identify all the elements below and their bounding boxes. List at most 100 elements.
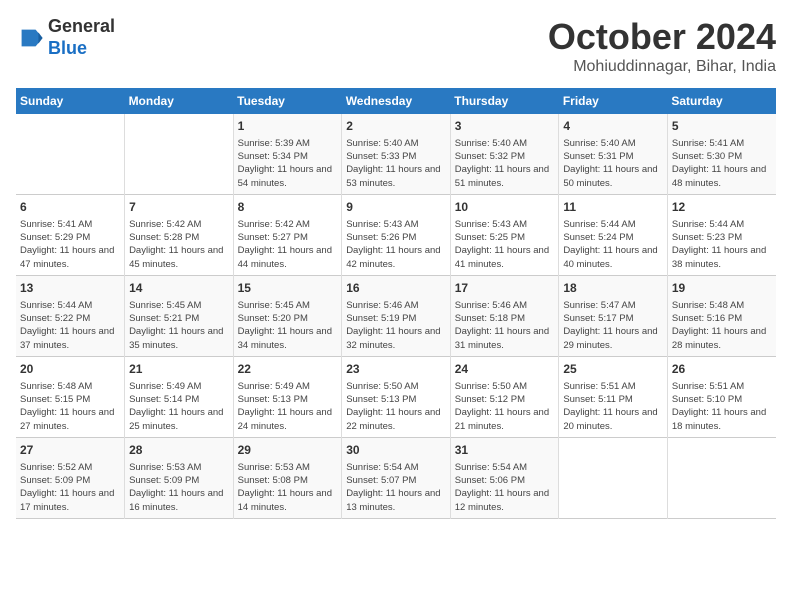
day-number: 11 <box>563 199 663 216</box>
calendar-cell: 15Sunrise: 5:45 AM Sunset: 5:20 PM Dayli… <box>233 275 342 356</box>
calendar-cell: 1 Sunrise: 5:39 AM Sunset: 5:34 PM Daylig… <box>233 114 342 194</box>
calendar-cell: 25 Sunrise: 5:51 AM Sunset: 5:11 PM Dayli… <box>559 356 668 437</box>
day-number: 23 <box>346 361 446 378</box>
day-content: Sunrise: 5:46 AM Sunset: 5:19 PM Dayligh… <box>346 299 446 352</box>
week-row-4: 20 Sunrise: 5:48 AM Sunset: 5:15 PM Dayli… <box>16 356 776 437</box>
day-number: 27 <box>20 442 120 459</box>
day-content: Sunrise: 5:52 AM Sunset: 5:09 PM Dayligh… <box>20 461 120 514</box>
day-content: Sunrise: 5:45 AM Sunset: 5:20 PM Dayligh… <box>238 299 338 352</box>
day-number: 21 <box>129 361 229 378</box>
calendar-cell: 9Sunrise: 5:43 AM Sunset: 5:26 PM Daylig… <box>342 194 451 275</box>
day-number: 19 <box>672 280 772 297</box>
day-number: 24 <box>455 361 555 378</box>
day-content: Sunrise: 5:49 AM Sunset: 5:14 PM Dayligh… <box>129 380 229 433</box>
calendar-cell: 10 Sunrise: 5:43 AM Sunset: 5:25 PM Dayli… <box>450 194 559 275</box>
logo-general-text: General <box>48 16 115 36</box>
calendar-cell: 21 Sunrise: 5:49 AM Sunset: 5:14 PM Dayli… <box>125 356 234 437</box>
title-block: October 2024 Mohiuddinnagar, Bihar, Indi… <box>548 16 776 76</box>
week-row-1: 1 Sunrise: 5:39 AM Sunset: 5:34 PM Daylig… <box>16 114 776 194</box>
calendar-cell: 28 Sunrise: 5:53 AM Sunset: 5:09 PM Dayli… <box>125 437 234 518</box>
day-content: Sunrise: 5:42 AM Sunset: 5:27 PM Dayligh… <box>238 218 338 271</box>
day-content: Sunrise: 5:53 AM Sunset: 5:08 PM Dayligh… <box>238 461 338 514</box>
day-number: 17 <box>455 280 555 297</box>
day-number: 13 <box>20 280 120 297</box>
day-header-friday: Friday <box>559 88 668 114</box>
day-content: Sunrise: 5:40 AM Sunset: 5:33 PM Dayligh… <box>346 137 446 190</box>
day-content: Sunrise: 5:53 AM Sunset: 5:09 PM Dayligh… <box>129 461 229 514</box>
day-number: 8 <box>238 199 338 216</box>
day-content: Sunrise: 5:46 AM Sunset: 5:18 PM Dayligh… <box>455 299 555 352</box>
day-number: 10 <box>455 199 555 216</box>
day-number: 14 <box>129 280 229 297</box>
day-content: Sunrise: 5:41 AM Sunset: 5:29 PM Dayligh… <box>20 218 120 271</box>
week-row-5: 27 Sunrise: 5:52 AM Sunset: 5:09 PM Dayli… <box>16 437 776 518</box>
page-header: General Blue October 2024 Mohiuddinnagar… <box>16 16 776 76</box>
day-number: 5 <box>672 118 772 135</box>
day-header-wednesday: Wednesday <box>342 88 451 114</box>
calendar-cell <box>125 114 234 194</box>
calendar-cell: 24 Sunrise: 5:50 AM Sunset: 5:12 PM Dayli… <box>450 356 559 437</box>
calendar-cell: 31 Sunrise: 5:54 AM Sunset: 5:06 PM Dayli… <box>450 437 559 518</box>
calendar-cell: 3 Sunrise: 5:40 AM Sunset: 5:32 PM Daylig… <box>450 114 559 194</box>
calendar-cell: 4Sunrise: 5:40 AM Sunset: 5:31 PM Daylig… <box>559 114 668 194</box>
day-number: 7 <box>129 199 229 216</box>
calendar-cell: 7 Sunrise: 5:42 AM Sunset: 5:28 PM Daylig… <box>125 194 234 275</box>
week-row-3: 13 Sunrise: 5:44 AM Sunset: 5:22 PM Dayli… <box>16 275 776 356</box>
month-title: October 2024 <box>548 16 776 58</box>
day-content: Sunrise: 5:50 AM Sunset: 5:13 PM Dayligh… <box>346 380 446 433</box>
day-number: 12 <box>672 199 772 216</box>
day-number: 29 <box>238 442 338 459</box>
calendar-cell <box>667 437 776 518</box>
day-content: Sunrise: 5:50 AM Sunset: 5:12 PM Dayligh… <box>455 380 555 433</box>
day-number: 20 <box>20 361 120 378</box>
calendar-cell: 18 Sunrise: 5:47 AM Sunset: 5:17 PM Dayli… <box>559 275 668 356</box>
calendar-cell: 8 Sunrise: 5:42 AM Sunset: 5:27 PM Daylig… <box>233 194 342 275</box>
calendar-cell: 17 Sunrise: 5:46 AM Sunset: 5:18 PM Dayli… <box>450 275 559 356</box>
day-number: 18 <box>563 280 663 297</box>
day-number: 9 <box>346 199 446 216</box>
day-content: Sunrise: 5:48 AM Sunset: 5:15 PM Dayligh… <box>20 380 120 433</box>
day-content: Sunrise: 5:51 AM Sunset: 5:11 PM Dayligh… <box>563 380 663 433</box>
calendar-cell: 26Sunrise: 5:51 AM Sunset: 5:10 PM Dayli… <box>667 356 776 437</box>
calendar-cell: 11 Sunrise: 5:44 AM Sunset: 5:24 PM Dayli… <box>559 194 668 275</box>
calendar-table: SundayMondayTuesdayWednesdayThursdayFrid… <box>16 88 776 519</box>
day-number: 25 <box>563 361 663 378</box>
day-header-thursday: Thursday <box>450 88 559 114</box>
day-content: Sunrise: 5:54 AM Sunset: 5:07 PM Dayligh… <box>346 461 446 514</box>
day-number: 16 <box>346 280 446 297</box>
location-subtitle: Mohiuddinnagar, Bihar, India <box>548 58 776 76</box>
day-content: Sunrise: 5:54 AM Sunset: 5:06 PM Dayligh… <box>455 461 555 514</box>
day-content: Sunrise: 5:44 AM Sunset: 5:22 PM Dayligh… <box>20 299 120 352</box>
day-number: 1 <box>238 118 338 135</box>
day-content: Sunrise: 5:39 AM Sunset: 5:34 PM Dayligh… <box>238 137 338 190</box>
calendar-cell: 6Sunrise: 5:41 AM Sunset: 5:29 PM Daylig… <box>16 194 125 275</box>
calendar-cell: 20 Sunrise: 5:48 AM Sunset: 5:15 PM Dayli… <box>16 356 125 437</box>
calendar-cell: 30Sunrise: 5:54 AM Sunset: 5:07 PM Dayli… <box>342 437 451 518</box>
day-header-saturday: Saturday <box>667 88 776 114</box>
day-number: 3 <box>455 118 555 135</box>
day-header-sunday: Sunday <box>16 88 125 114</box>
day-content: Sunrise: 5:44 AM Sunset: 5:23 PM Dayligh… <box>672 218 772 271</box>
day-content: Sunrise: 5:45 AM Sunset: 5:21 PM Dayligh… <box>129 299 229 352</box>
day-content: Sunrise: 5:42 AM Sunset: 5:28 PM Dayligh… <box>129 218 229 271</box>
logo: General Blue <box>16 16 115 59</box>
day-content: Sunrise: 5:44 AM Sunset: 5:24 PM Dayligh… <box>563 218 663 271</box>
day-content: Sunrise: 5:40 AM Sunset: 5:32 PM Dayligh… <box>455 137 555 190</box>
day-number: 28 <box>129 442 229 459</box>
day-content: Sunrise: 5:49 AM Sunset: 5:13 PM Dayligh… <box>238 380 338 433</box>
week-row-2: 6Sunrise: 5:41 AM Sunset: 5:29 PM Daylig… <box>16 194 776 275</box>
calendar-cell: 5 Sunrise: 5:41 AM Sunset: 5:30 PM Daylig… <box>667 114 776 194</box>
calendar-cell: 27 Sunrise: 5:52 AM Sunset: 5:09 PM Dayli… <box>16 437 125 518</box>
day-number: 31 <box>455 442 555 459</box>
day-content: Sunrise: 5:48 AM Sunset: 5:16 PM Dayligh… <box>672 299 772 352</box>
logo-blue-text: Blue <box>48 38 87 58</box>
day-header-tuesday: Tuesday <box>233 88 342 114</box>
calendar-cell: 12 Sunrise: 5:44 AM Sunset: 5:23 PM Dayli… <box>667 194 776 275</box>
logo-icon <box>16 24 44 52</box>
day-content: Sunrise: 5:47 AM Sunset: 5:17 PM Dayligh… <box>563 299 663 352</box>
day-content: Sunrise: 5:43 AM Sunset: 5:25 PM Dayligh… <box>455 218 555 271</box>
day-number: 4 <box>563 118 663 135</box>
day-header-row: SundayMondayTuesdayWednesdayThursdayFrid… <box>16 88 776 114</box>
calendar-cell: 19 Sunrise: 5:48 AM Sunset: 5:16 PM Dayli… <box>667 275 776 356</box>
day-content: Sunrise: 5:41 AM Sunset: 5:30 PM Dayligh… <box>672 137 772 190</box>
